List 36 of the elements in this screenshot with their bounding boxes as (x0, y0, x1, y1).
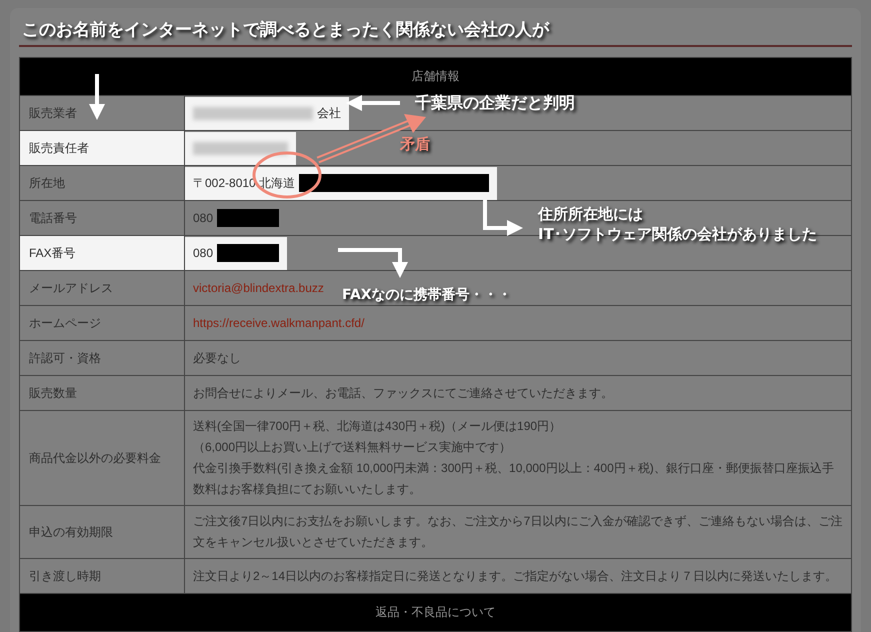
annotation-text: 千葉県の企業だと判明 (415, 92, 575, 114)
cell-text: ご注文後7日以内にお支払をお願いします。なお、ご注文から7日以内にご入金が確認できず、ご連絡もない場合は、ご注文をキャンセル扱いとさせていただきます。 (193, 513, 843, 551)
row-label: 販売責任者 (29, 140, 89, 154)
cell-text: 080 (193, 246, 214, 260)
row-label: 所在地 (29, 176, 65, 190)
cell-text: 送料(全国一律700円＋税、北海道は430円＋税)（メール便は190円） (193, 418, 562, 435)
row-label: メールアドレス (29, 280, 113, 294)
redaction-bar (217, 244, 280, 262)
annotation-text: 住所所在地には IT･ソフトウェア関係の会社がありました (538, 204, 817, 244)
table-header: 返品・不良品について (376, 605, 496, 619)
cell-text: 〒002-8010 北海道 (193, 174, 296, 192)
row-label: 引き渡し時期 (29, 568, 101, 582)
row-label: FAX番号 (29, 246, 76, 260)
row-label: 商品代金以外の必要料金 (29, 450, 161, 464)
redaction-bar (217, 209, 280, 227)
down-arrow (89, 74, 105, 120)
row-label: 販売数量 (29, 386, 77, 400)
row-label: ホームページ (29, 316, 101, 330)
row-label: 申込の有効期限 (29, 524, 113, 538)
cell-text: 080 (193, 211, 214, 225)
cell-text: 代金引換手数料(引き換え金額 10,000円未満：300円＋税、10,000円以上：400円＋税)、銀行口座・郵便振替口座振込手数料はお客様負担にてお願いいたします。 (193, 460, 835, 498)
link[interactable]: https://receive.walkmanpant.cfd/ (193, 316, 364, 330)
link[interactable]: victoria@blindextra.buzz (193, 281, 324, 295)
annotation-text: FAXなのに携帯番号・・・ (342, 286, 512, 305)
table-header: 店舗情報 (412, 69, 460, 83)
cell-text: 注文日より2～14日以内のお客様指定日に発送となります。ご指定がない場合、注文日より７日以内に発送いたします。 (193, 568, 838, 584)
cell-text: （6,000円以上お買い上げで送料無料サービス実施中です） (193, 439, 512, 456)
page-heading: このお名前をインターネットで調べるとまったく関係ない会社の人が (22, 19, 549, 42)
annotation-text: 矛盾 (400, 134, 430, 154)
elbow-arrow (338, 248, 408, 278)
row-label: 販売業者 (29, 106, 77, 120)
cell-text: 会社 (317, 104, 341, 122)
row-label: 電話番号 (29, 210, 77, 224)
row-label: 許認可・資格 (29, 350, 101, 364)
cell-text: お問合せによりメール、お電話、ファックスにてご連絡させていただきます。 (193, 384, 613, 402)
cell-text: 必要なし (193, 350, 241, 366)
